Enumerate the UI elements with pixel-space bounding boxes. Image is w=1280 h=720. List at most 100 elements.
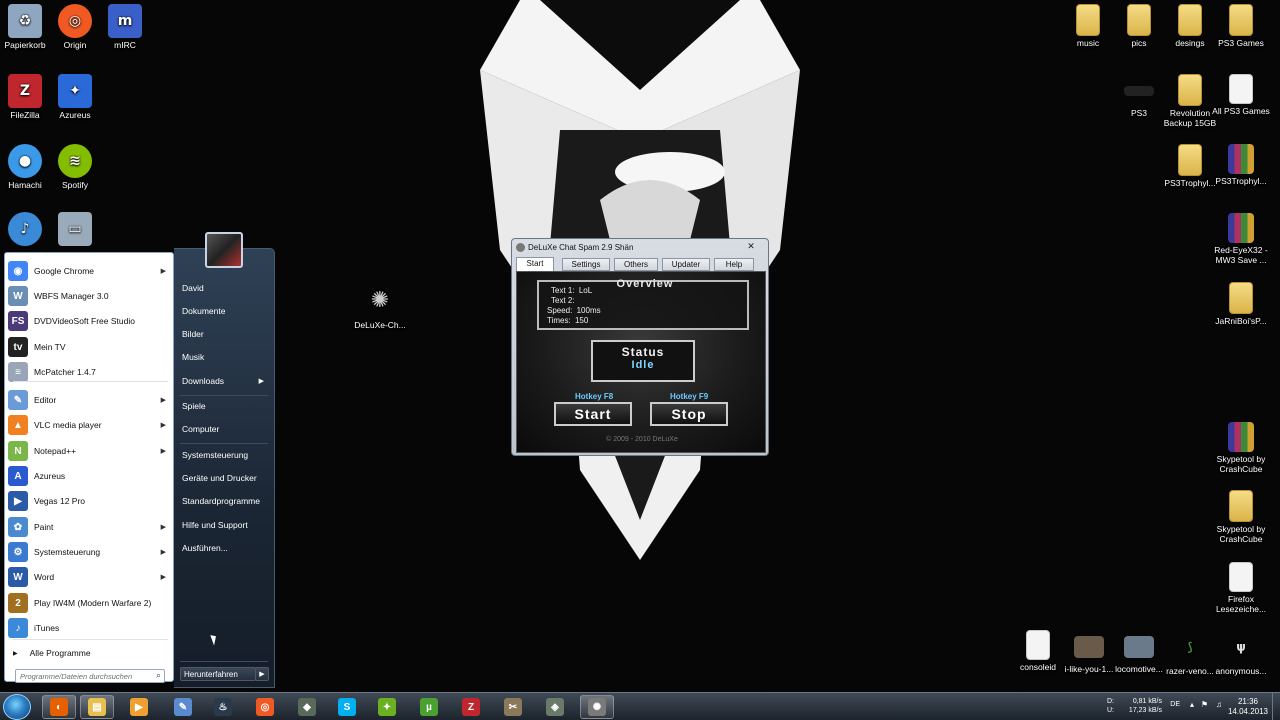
shutdown-options-button[interactable]: ▶ (255, 667, 269, 681)
place-label: Dokumente (182, 306, 226, 316)
start-menu-program[interactable]: ♪ iTunes (8, 616, 172, 640)
start-menu-program[interactable]: N Notepad++ ▶ (8, 439, 172, 463)
azureus-icon: A (8, 466, 28, 486)
speed-label: Speed: (547, 306, 573, 315)
close-button[interactable]: ✕ (740, 241, 762, 253)
start-menu-place[interactable]: Musik (182, 348, 270, 366)
desktop-icon[interactable]: PS3Trophyl... (1161, 144, 1219, 188)
desktop-icon[interactable]: m mIRC (96, 4, 154, 50)
start-button[interactable]: Start (554, 402, 632, 426)
start-menu-place[interactable]: David (182, 279, 270, 297)
start-menu-place[interactable]: Bilder (182, 325, 270, 343)
taskbar-button[interactable]: ✎ (166, 695, 200, 719)
start-menu-place[interactable]: Ausführen... (182, 539, 270, 557)
tab-start[interactable]: Start (516, 257, 554, 271)
taskbar-button[interactable]: S (330, 695, 364, 719)
volume-icon[interactable]: ♫ (1216, 700, 1222, 709)
start-menu-program[interactable]: ✿ Paint ▶ (8, 515, 172, 539)
taskbar-button[interactable]: Z (454, 695, 488, 719)
desktop-icon[interactable]: desings (1161, 4, 1219, 48)
taskbar-button[interactable]: ◎ (248, 695, 282, 719)
shutdown-button[interactable]: Herunterfahren (180, 667, 256, 681)
start-menu-program[interactable]: W WBFS Manager 3.0 (8, 284, 172, 308)
start-menu-program[interactable]: A Azureus (8, 464, 172, 488)
taskbar-button[interactable]: ✂ (496, 695, 530, 719)
show-desktop-button[interactable] (1272, 693, 1280, 720)
start-menu-place[interactable]: Standardprogramme (182, 492, 270, 510)
file-icon (1229, 74, 1253, 104)
tab-updater[interactable]: Updater (662, 258, 710, 271)
start-menu-place[interactable]: Downloads ▶ (182, 372, 270, 390)
skype-icon: S (338, 698, 356, 716)
desktop-icon[interactable]: JaRniBoi'sP... (1212, 282, 1270, 326)
submenu-arrow-icon: ▶ (258, 378, 264, 385)
start-menu-program[interactable]: ◉ Google Chrome ▶ (8, 259, 172, 283)
place-label: Bilder (182, 329, 204, 339)
taskbar-button[interactable]: ▶ (122, 695, 156, 719)
taskbar-button[interactable]: ◐ (42, 695, 76, 719)
program-label: Paint (34, 522, 54, 532)
taskbar-button[interactable]: ◈ (538, 695, 572, 719)
upload-speed: 17,23 kB/s (1128, 707, 1162, 714)
start-menu-program[interactable]: ⚙ Systemsteuerung ▶ (8, 540, 172, 564)
clock[interactable]: 21:36 14.04.2013 (1226, 697, 1270, 717)
desktop-icon[interactable]: Skypetool by CrashCube (1212, 490, 1270, 544)
desktop-icon[interactable]: ⟆ razer-veno... (1161, 630, 1219, 676)
start-menu-place[interactable]: Computer (182, 420, 270, 438)
desktop-icon[interactable]: locomotive... (1110, 630, 1168, 674)
start-menu-program[interactable]: FS DVDVideoSoft Free Studio (8, 309, 172, 333)
desktop-icon[interactable]: PS3Trophyl... (1212, 144, 1270, 186)
flag-icon[interactable]: ⚑ (1201, 700, 1208, 709)
desktop-icon[interactable]: ✦ Azureus (46, 74, 104, 120)
desktop-icon[interactable]: ψ anonymous... (1212, 630, 1270, 676)
start-menu-place[interactable]: Dokumente (182, 302, 270, 320)
taskbar-button[interactable]: ◆ (290, 695, 324, 719)
desktop-icon-label: anonymous... (1215, 666, 1267, 676)
desktop-icon[interactable]: PS3 (1110, 74, 1168, 118)
taskbar-button[interactable]: ✺ (580, 695, 614, 719)
desktop-icon-deluxe-chat[interactable]: ✺ DeLuXe-Ch... (350, 284, 410, 331)
start-menu-place[interactable]: Systemsteuerung (182, 446, 270, 464)
start-menu-place[interactable]: Hilfe und Support (182, 516, 270, 534)
desktop-icon[interactable]: pics (1110, 4, 1168, 48)
desktop-icon[interactable]: music (1059, 4, 1117, 48)
program-label: Google Chrome (34, 266, 95, 276)
spotify-icon: ≋ (58, 144, 92, 178)
desktop-icon[interactable]: PS3 Games (1212, 4, 1270, 48)
chevron-up-icon[interactable]: ▴ (1190, 700, 1194, 709)
start-menu-program[interactable]: ▲ VLC media player ▶ (8, 413, 172, 437)
start-button[interactable] (3, 694, 31, 720)
network-speed: 0,81 kB/s 17,23 kB/s (1116, 697, 1162, 715)
desktop-icon[interactable]: Firefox Lesezeiche... (1212, 562, 1270, 614)
all-programs-button[interactable]: ▶ Alle Programme (13, 645, 171, 661)
start-menu-program[interactable]: ✎ Editor ▶ (8, 388, 172, 412)
desktop-icon[interactable]: Red-EyeX32 - MW3 Save ... (1212, 213, 1270, 265)
place-label: Ausführen... (182, 543, 228, 553)
start-menu-place[interactable]: Spiele (182, 397, 270, 415)
start-menu-place[interactable]: Geräte und Drucker (182, 469, 270, 487)
start-menu-program[interactable]: W Word ▶ (8, 565, 172, 589)
desktop-icon[interactable]: consoleid (1009, 630, 1067, 672)
desktop-icon[interactable]: Revolution Backup 15GB (1161, 74, 1219, 128)
start-search-input[interactable]: Programme/Dateien durchsuchen ⌕ (15, 669, 165, 683)
taskbar-button[interactable]: ▤ (80, 695, 114, 719)
desktop-icon-label: i-like-you-1... (1064, 664, 1114, 674)
tab-settings[interactable]: Settings (562, 258, 610, 271)
desktop-icon[interactable]: All PS3 Games (1212, 74, 1270, 116)
start-menu-program[interactable]: tv Mein TV (8, 335, 172, 359)
desktop-icon[interactable]: Skypetool by CrashCube (1212, 422, 1270, 474)
user-avatar[interactable] (205, 232, 243, 268)
taskbar-button[interactable]: ♨ (206, 695, 240, 719)
start-menu-program[interactable]: ▶ Vegas 12 Pro (8, 489, 172, 513)
tab-help[interactable]: Help (714, 258, 754, 271)
language-indicator[interactable]: DE (1170, 701, 1180, 708)
taskbar-button[interactable]: ✦ (370, 695, 404, 719)
tab-others[interactable]: Others (614, 258, 658, 271)
taskbar-button[interactable]: µ (412, 695, 446, 719)
taskbar: ◐ ▤ ▶ ✎ ♨ ◎ ◆ S ✦ µ Z ✂ ◈ ✺ D: U: 0,81 kB/s 17,23 kB/… (0, 692, 1280, 720)
stop-button[interactable]: Stop (650, 402, 728, 426)
desktop-icon[interactable]: ≋ Spotify (46, 144, 104, 190)
start-menu-program[interactable]: 2 Play IW4M (Modern Warfare 2) (8, 591, 172, 615)
desktop-icon[interactable]: ▭ (46, 212, 104, 248)
status-display: Status Idle (591, 340, 695, 382)
